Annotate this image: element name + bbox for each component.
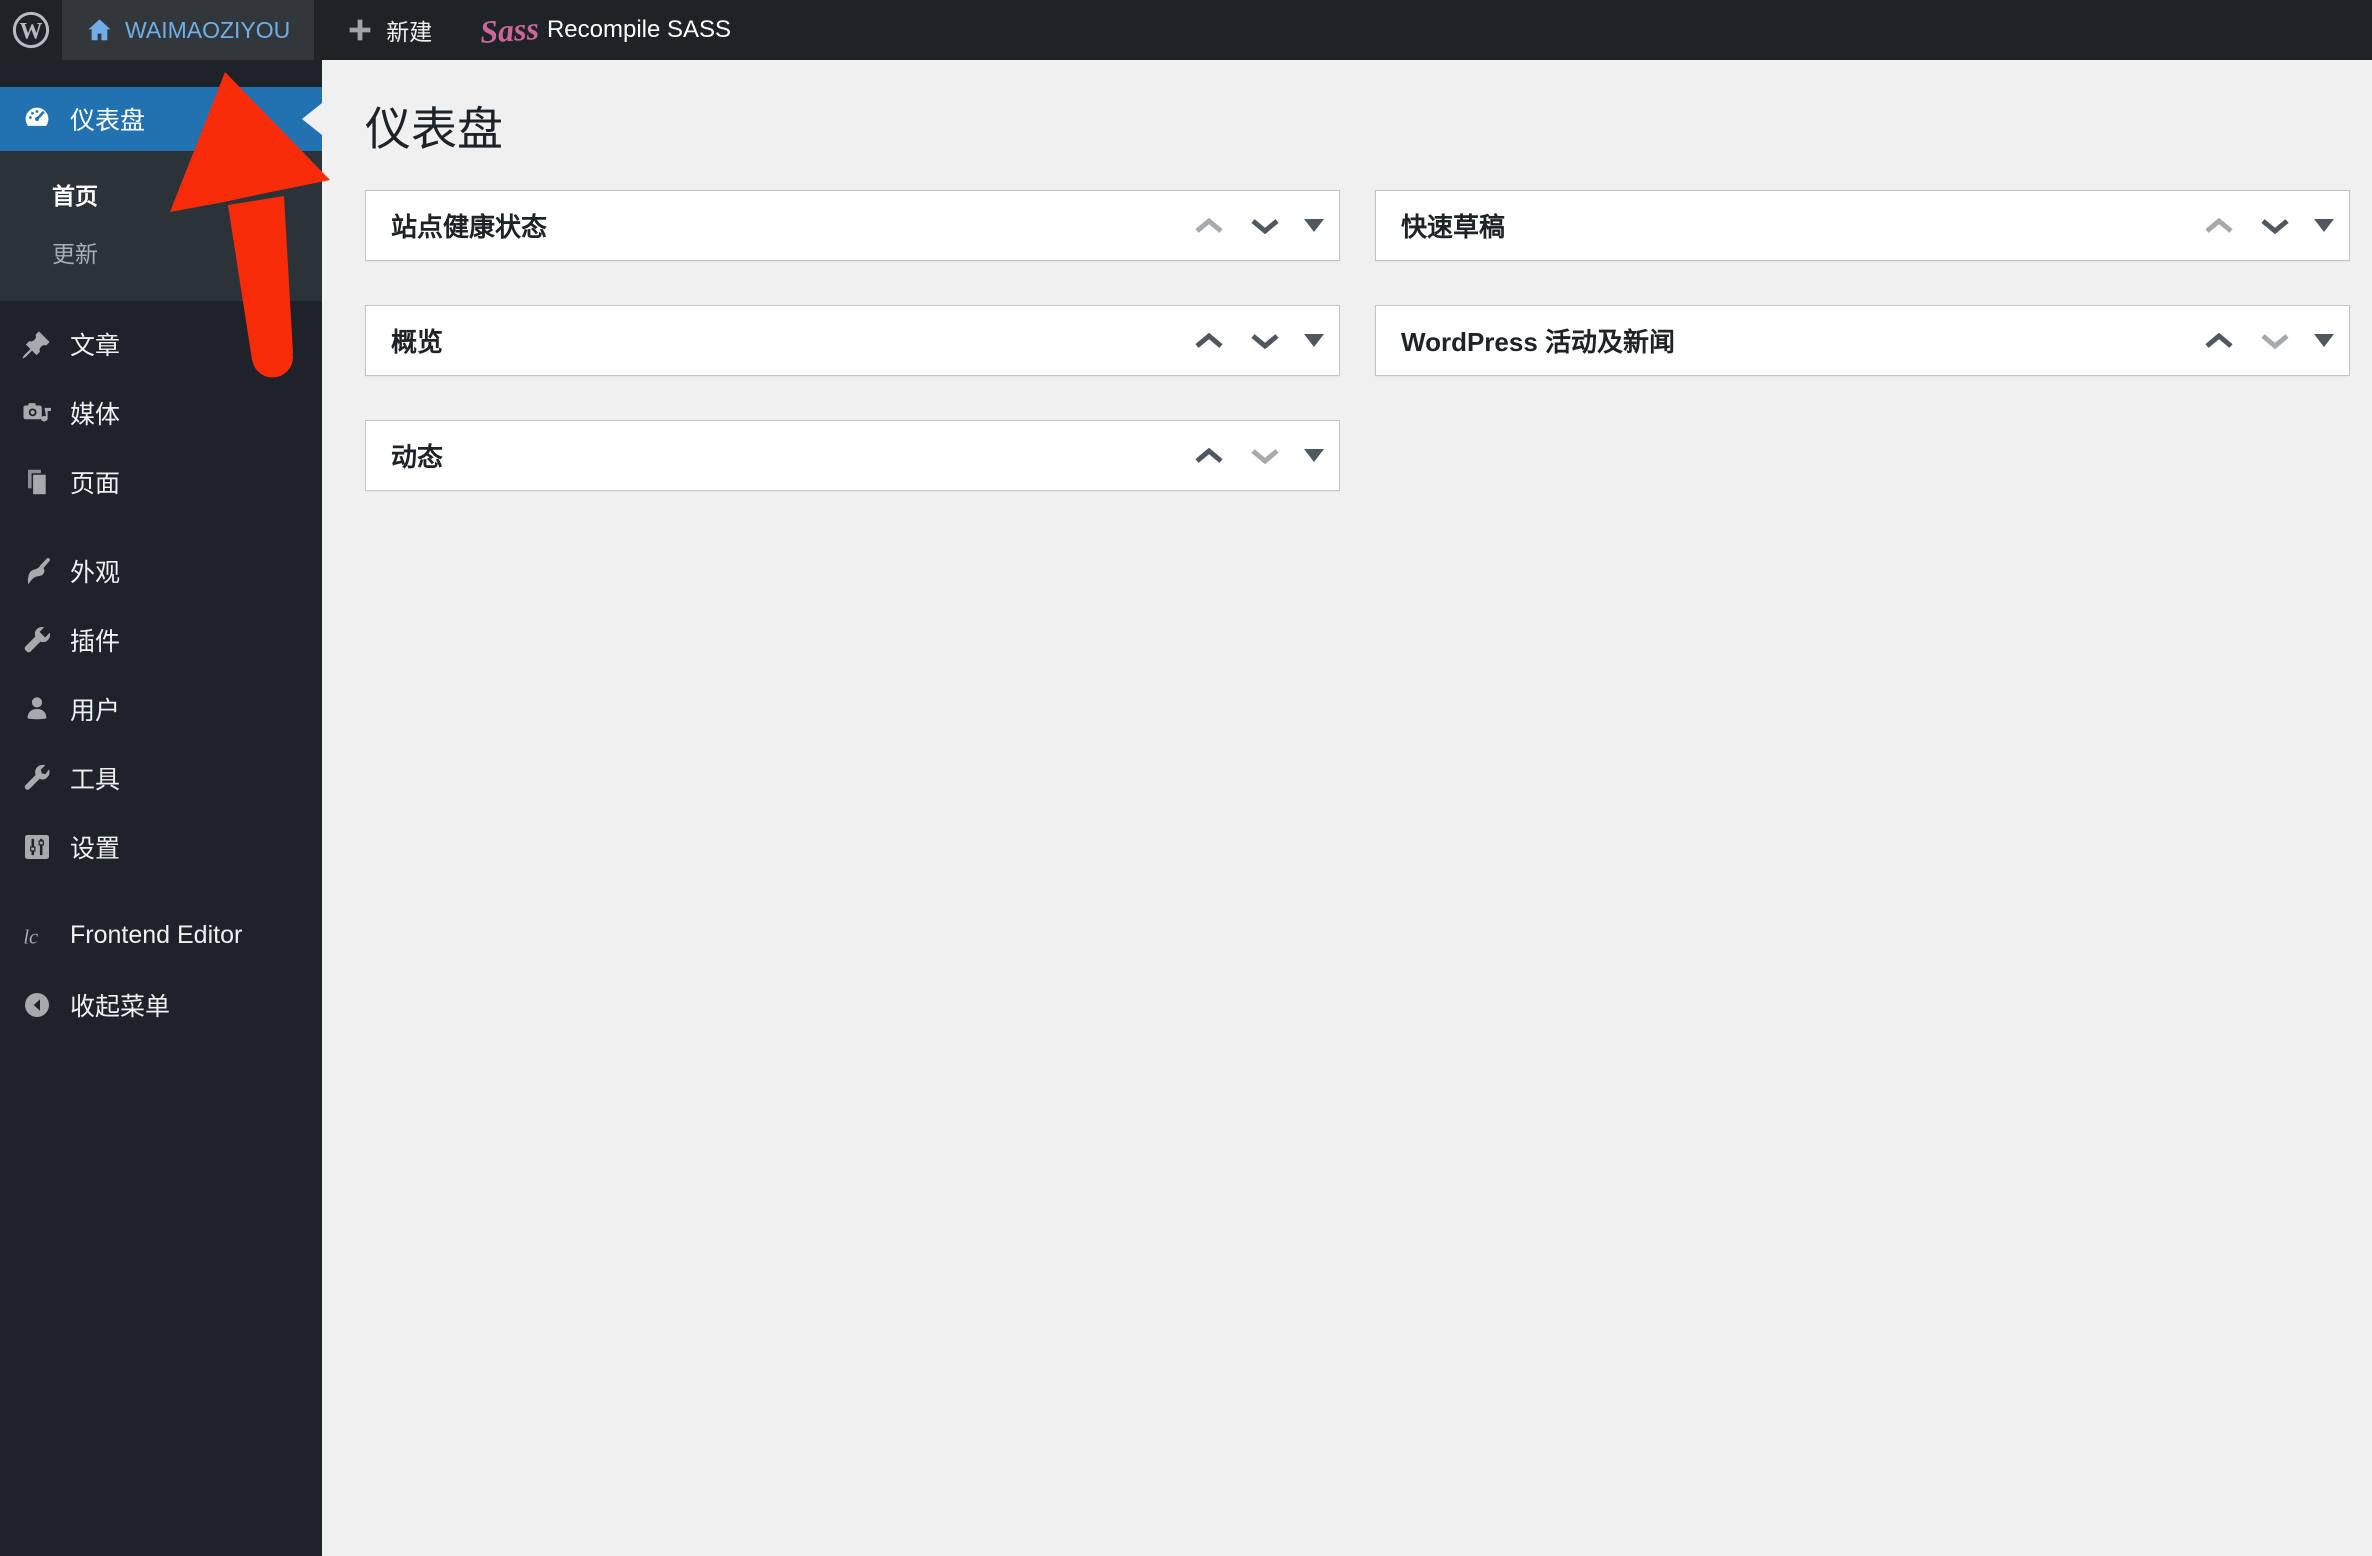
recompile-sass-button[interactable]: Sass Recompile SASS <box>462 0 749 60</box>
widget-quick-draft: 快速草稿 <box>1375 190 2350 261</box>
sidebar-item-label: 文章 <box>70 331 121 360</box>
site-name-link[interactable]: WAIMAOZIYOU <box>62 0 315 60</box>
widget-at-a-glance: 概览 <box>365 305 1340 376</box>
wordpress-logo-letter: W <box>20 18 43 43</box>
site-name-label: WAIMAOZIYOU <box>125 16 291 43</box>
move-down-button[interactable] <box>1243 217 1287 235</box>
widget-title: WordPress 活动及新闻 <box>1401 327 1676 357</box>
sidebar-item-posts[interactable]: 文章 <box>0 309 322 378</box>
toggle-panel-button[interactable] <box>2309 333 2339 348</box>
sidebar-item-label: Frontend Editor <box>70 921 243 949</box>
menu-separator <box>0 881 322 901</box>
move-down-button[interactable] <box>2253 217 2297 235</box>
new-content-button[interactable]: 新建 <box>328 0 450 60</box>
widget-activity: 动态 <box>365 420 1340 491</box>
sidebar-item-dashboard[interactable]: 仪表盘 <box>0 87 322 151</box>
sidebar-item-label: 设置 <box>70 834 121 863</box>
submenu-item-updates[interactable]: 更新 <box>0 223 322 281</box>
dashboard-widgets: 站点健康状态 快速草稿 概览 WordPress 活动及新闻 动态 <box>365 190 2372 491</box>
wordpress-logo-icon: W <box>12 11 50 49</box>
widget-site-health: 站点健康状态 <box>365 190 1340 261</box>
move-up-button[interactable] <box>1187 447 1231 465</box>
sidebar-item-label: 外观 <box>70 558 121 587</box>
sidebar-item-label: 仪表盘 <box>70 107 146 135</box>
widget-title: 概览 <box>391 327 444 357</box>
sidebar-item-label: 媒体 <box>70 400 121 429</box>
pages-icon <box>22 467 52 497</box>
menu-spacer <box>0 301 322 309</box>
admin-menu: 仪表盘 首页 更新 文章 媒体 页面 外观 插件 用户 工具 设置 lc Fro… <box>0 60 322 1556</box>
sidebar-item-users[interactable]: 用户 <box>0 674 322 743</box>
submenu-item-home[interactable]: 首页 <box>0 165 322 223</box>
lc-script-icon: lc <box>22 921 52 951</box>
toggle-panel-button[interactable] <box>1299 218 1329 233</box>
widget-title: 快速草稿 <box>1401 212 1506 242</box>
widget-title: 动态 <box>391 442 444 472</box>
sidebar-item-label: 插件 <box>70 627 121 656</box>
wrench-icon <box>22 763 52 793</box>
sidebar-item-media[interactable]: 媒体 <box>0 378 322 447</box>
plugin-icon <box>22 625 52 655</box>
move-down-button[interactable] <box>1243 332 1287 350</box>
sidebar-item-frontend-editor[interactable]: lc Frontend Editor <box>0 901 322 970</box>
page-title: 仪表盘 <box>365 103 503 155</box>
dashboard-content: 仪表盘 站点健康状态 快速草稿 概览 WordPress 活动及新闻 动态 <box>322 60 2372 1556</box>
sass-logo: Sass <box>479 9 541 51</box>
triangle-down-icon <box>1304 219 1324 232</box>
triangle-down-icon <box>2314 219 2334 232</box>
triangle-down-icon <box>1304 449 1324 462</box>
home-icon <box>88 18 111 40</box>
widget-title: 站点健康状态 <box>391 212 548 242</box>
sidebar-item-plugins[interactable]: 插件 <box>0 605 322 674</box>
plus-icon <box>349 19 371 41</box>
sidebar-item-collapse-menu[interactable]: 收起菜单 <box>0 970 322 1039</box>
sidebar-item-pages[interactable]: 页面 <box>0 447 322 516</box>
toggle-panel-button[interactable] <box>1299 448 1329 463</box>
dashboard-submenu: 首页 更新 <box>0 151 322 301</box>
recompile-sass-label: Recompile SASS <box>546 16 732 43</box>
brush-icon <box>22 556 52 586</box>
toggle-panel-button[interactable] <box>1299 333 1329 348</box>
collapse-arrow-icon <box>22 990 52 1020</box>
new-button-label: 新建 <box>386 19 433 45</box>
sidebar-item-label: 工具 <box>70 765 121 794</box>
settings-sliders-icon <box>22 832 52 862</box>
media-icon <box>22 398 52 428</box>
current-menu-notch <box>302 103 322 135</box>
menu-separator <box>0 516 322 536</box>
dashboard-gauge-icon <box>22 104 52 134</box>
user-icon <box>22 694 52 724</box>
admin-bar: W WAIMAOZIYOU 新建 Sass Recompile SASS <box>0 0 2372 60</box>
sidebar-item-label: 用户 <box>70 696 121 725</box>
sidebar-item-appearance[interactable]: 外观 <box>0 536 322 605</box>
pin-icon <box>22 329 52 359</box>
triangle-down-icon <box>2314 334 2334 347</box>
move-down-button[interactable] <box>2253 332 2297 350</box>
move-down-button[interactable] <box>1243 447 1287 465</box>
sidebar-item-label: 页面 <box>70 469 121 498</box>
move-up-button[interactable] <box>1187 332 1231 350</box>
triangle-down-icon <box>1304 334 1324 347</box>
toggle-panel-button[interactable] <box>2309 218 2339 233</box>
sidebar-item-label: 收起菜单 <box>70 992 171 1021</box>
move-up-button[interactable] <box>2197 332 2241 350</box>
move-up-button[interactable] <box>1187 217 1231 235</box>
wordpress-logo-menu[interactable]: W <box>0 0 62 60</box>
sidebar-item-tools[interactable]: 工具 <box>0 743 322 812</box>
widget-events-news: WordPress 活动及新闻 <box>1375 305 2350 376</box>
sidebar-item-settings[interactable]: 设置 <box>0 812 322 881</box>
svg-text:lc: lc <box>23 926 38 948</box>
move-up-button[interactable] <box>2197 217 2241 235</box>
